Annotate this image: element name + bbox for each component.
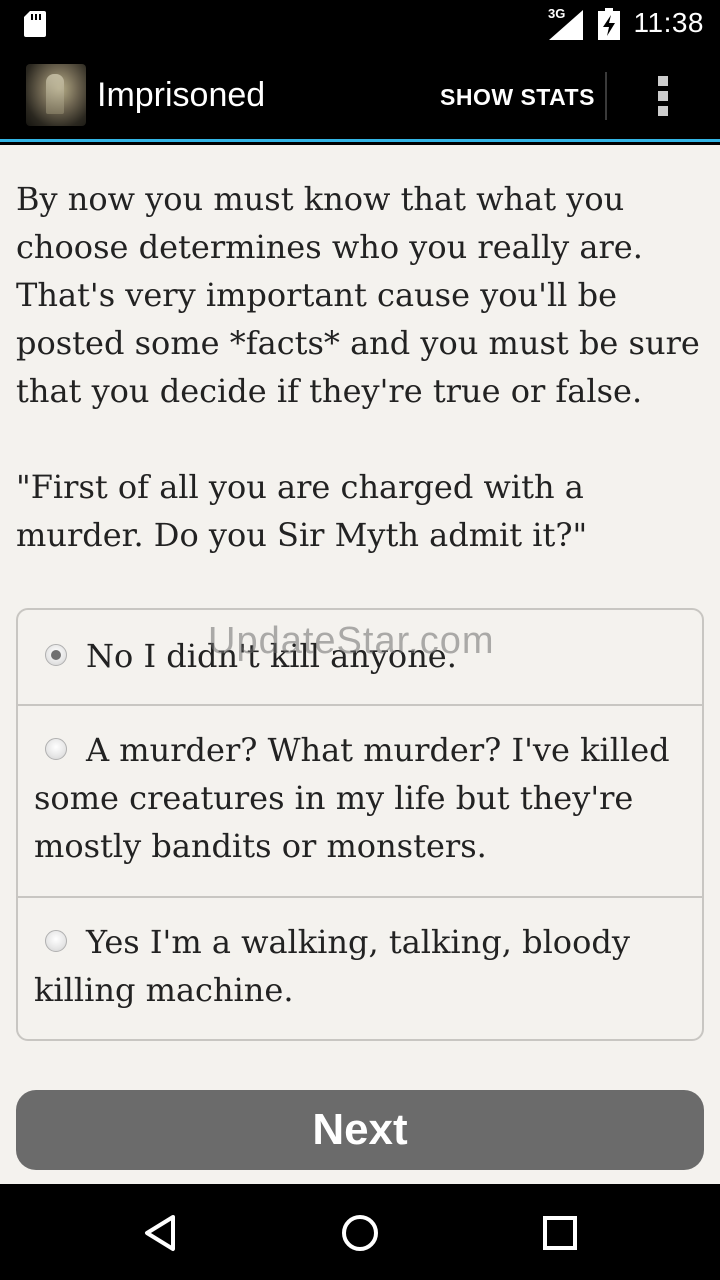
choice-label: A murder? What murder? I've killed some …	[34, 731, 670, 865]
app-title: Imprisoned	[97, 76, 266, 114]
app-icon[interactable]	[26, 64, 86, 126]
sd-card-icon	[24, 11, 46, 37]
show-stats-button[interactable]: SHOW STATS	[440, 84, 595, 111]
overflow-menu-icon[interactable]	[650, 74, 678, 118]
choice-option[interactable]: A murder? What murder? I've killed some …	[18, 706, 702, 898]
choice-list: No I didn't kill anyone. A murder? What …	[16, 608, 704, 1041]
content-area: By now you must know that what you choos…	[0, 145, 720, 1184]
battery-charging-icon	[598, 8, 620, 40]
signal-icon	[549, 10, 583, 40]
choice-label: No I didn't kill anyone.	[86, 637, 457, 675]
story-paragraph: "First of all you are charged with a mur…	[16, 468, 588, 554]
status-bar: 3G 11:38	[0, 0, 720, 48]
story-paragraph: By now you must know that what you choos…	[16, 180, 700, 410]
action-bar-divider	[605, 72, 607, 120]
recents-icon[interactable]	[539, 1212, 581, 1254]
back-icon[interactable]	[139, 1212, 181, 1254]
choice-label: Yes I'm a walking, talking, bloody killi…	[34, 923, 630, 1009]
story-text: By now you must know that what you choos…	[16, 175, 708, 559]
choice-option[interactable]: Yes I'm a walking, talking, bloody killi…	[18, 898, 702, 1039]
action-bar: Imprisoned SHOW STATS	[0, 48, 720, 142]
next-button[interactable]: Next	[16, 1090, 704, 1170]
clock: 11:38	[633, 7, 704, 38]
choice-option[interactable]: No I didn't kill anyone.	[18, 610, 702, 706]
navigation-bar	[0, 1184, 720, 1280]
home-icon[interactable]	[339, 1212, 381, 1254]
